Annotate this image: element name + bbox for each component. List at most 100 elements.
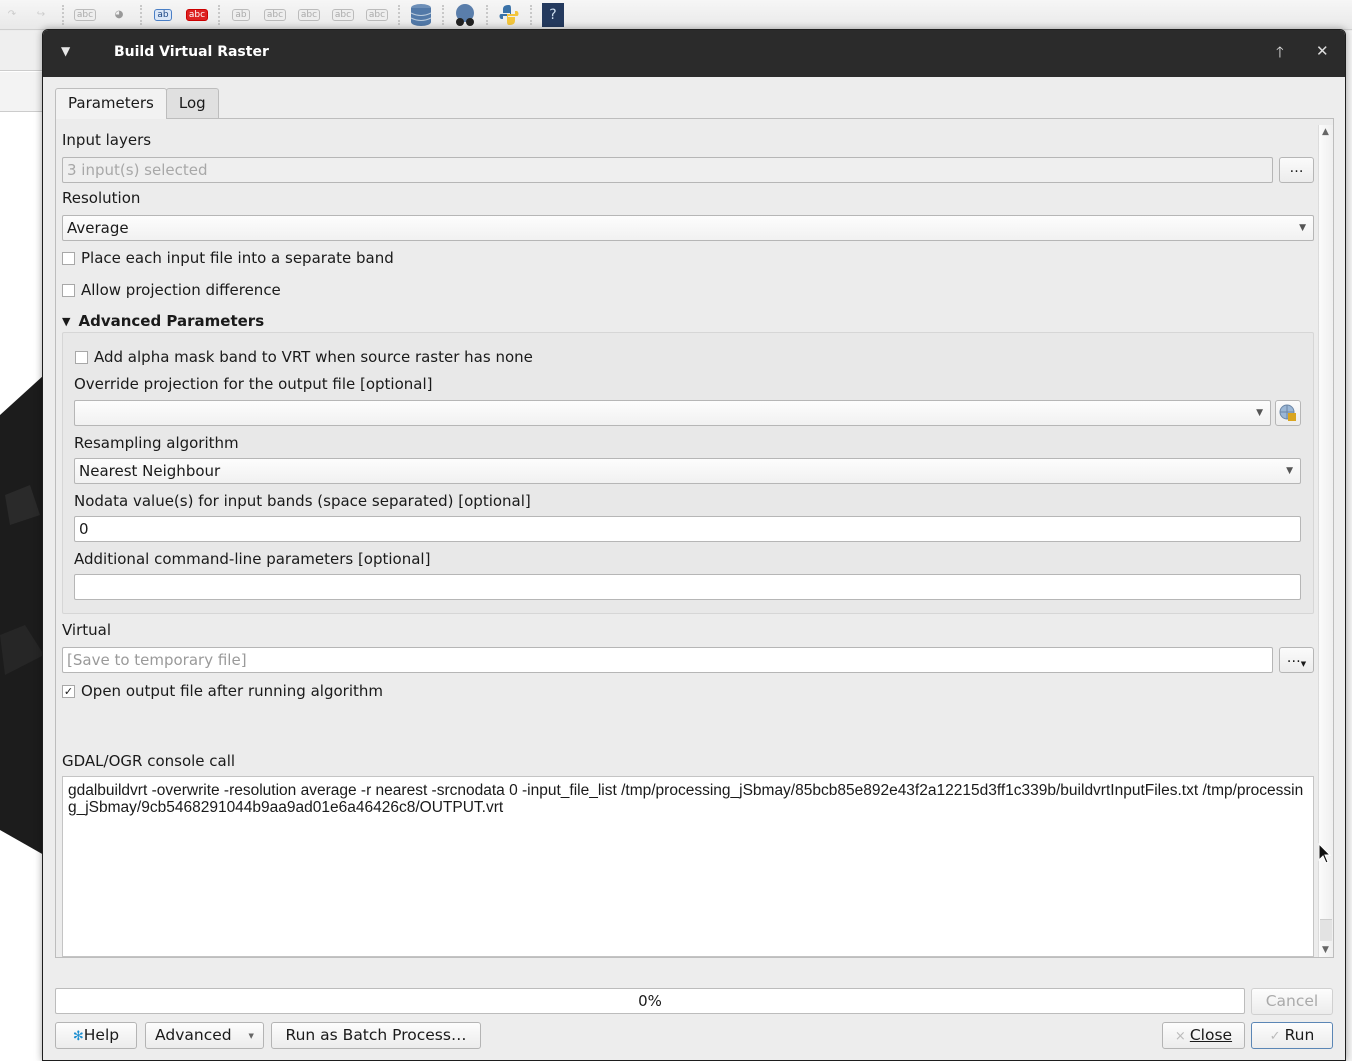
- resolution-value: Average: [67, 219, 129, 237]
- build-virtual-raster-dialog: ▼ Build Virtual Raster 🡑 ✕ Parameters Lo…: [42, 29, 1346, 1061]
- input-layers-browse-button[interactable]: …: [1279, 157, 1314, 183]
- crs-globe-icon: [1279, 404, 1296, 421]
- run-batch-button[interactable]: Run as Batch Process…: [271, 1022, 481, 1049]
- resampling-value: Nearest Neighbour: [79, 462, 221, 480]
- window-menu-icon[interactable]: ▼: [61, 44, 70, 58]
- allow-projection-label: Allow projection difference: [81, 281, 281, 299]
- close-button[interactable]: × Close: [1162, 1022, 1245, 1049]
- raster-layer-preview: [0, 375, 44, 855]
- chevron-down-icon: ▼: [248, 1032, 254, 1040]
- alpha-mask-checkbox[interactable]: Add alpha mask band to VRT when source r…: [75, 348, 533, 366]
- toolbar-separator: [218, 4, 220, 25]
- background-panel-header: [0, 31, 44, 71]
- browse-label: …: [1286, 650, 1301, 666]
- checkbox-box[interactable]: [75, 350, 88, 364]
- highlight-label-icon[interactable]: abc: [185, 4, 209, 26]
- scrollbar-thumb[interactable]: [1320, 919, 1332, 941]
- help-icon[interactable]: ?: [541, 2, 565, 27]
- resampling-label: Resampling algorithm: [74, 434, 239, 452]
- background-right-panel: [1345, 31, 1352, 1061]
- allow-projection-checkbox[interactable]: Allow projection difference: [62, 281, 281, 299]
- progress-bar: 0%: [55, 988, 1245, 1014]
- select-crs-button[interactable]: [1275, 400, 1301, 426]
- pin-label-disabled-icon[interactable]: ab: [229, 4, 253, 26]
- checkbox-box[interactable]: ✓: [62, 684, 75, 698]
- main-toolbar: ↷ ↪ abc ◕ ab abc ab abc abc abc abc ?: [0, 0, 1352, 30]
- close-icon: ×: [1174, 1029, 1186, 1044]
- help-label: Help: [83, 1026, 120, 1044]
- redo-icon[interactable]: ↷: [5, 4, 19, 26]
- chevron-down-icon: ▼: [1299, 223, 1306, 233]
- chevron-down-icon: ▼: [1286, 466, 1293, 476]
- nodata-label: Nodata value(s) for input bands (space s…: [74, 492, 531, 510]
- virtual-label: Virtual: [62, 621, 112, 639]
- label-tool-icon[interactable]: abc: [73, 4, 97, 26]
- help-icon: ✻: [72, 1029, 84, 1044]
- separate-band-checkbox[interactable]: Place each input file into a separate ba…: [62, 249, 394, 267]
- redo-icon[interactable]: ↪: [29, 4, 53, 26]
- move-label-icon[interactable]: abc: [297, 4, 321, 26]
- resolution-select[interactable]: Average ▼: [62, 215, 1314, 241]
- pin-label-icon[interactable]: ab: [151, 4, 175, 26]
- scroll-up-icon[interactable]: ▲: [1322, 127, 1329, 137]
- run-button[interactable]: ✓ Run: [1251, 1022, 1333, 1049]
- dialog-titlebar: ▼ Build Virtual Raster 🡑 ✕: [43, 30, 1345, 77]
- toolbar-separator: [398, 4, 400, 25]
- help-button[interactable]: ✻Help: [55, 1022, 137, 1049]
- advanced-parameters-toggle[interactable]: ▼ Advanced Parameters: [62, 312, 264, 330]
- resolution-label: Resolution: [62, 189, 141, 207]
- open-output-label: Open output file after running algorithm: [81, 682, 383, 700]
- alpha-mask-label: Add alpha mask band to VRT when source r…: [94, 348, 533, 366]
- toolbar-separator: [442, 4, 444, 25]
- advanced-parameters-title: Advanced Parameters: [78, 312, 265, 330]
- toolbar-separator: [486, 4, 488, 25]
- resampling-select[interactable]: Nearest Neighbour ▼: [74, 458, 1301, 484]
- show-label-icon[interactable]: abc: [263, 4, 287, 26]
- input-layers-label: Input layers: [62, 131, 152, 149]
- toolbar-separator: [140, 4, 142, 25]
- tab-log[interactable]: Log: [165, 88, 219, 118]
- chevron-down-icon: ▼: [1256, 408, 1263, 418]
- vertical-scrollbar[interactable]: ▲ ▼: [1318, 125, 1333, 957]
- tab-bar: Parameters Log: [55, 88, 219, 119]
- advanced-label: Advanced: [155, 1026, 232, 1044]
- close-window-icon[interactable]: ✕: [1316, 42, 1329, 60]
- diagram-tool-icon[interactable]: ◕: [107, 4, 131, 26]
- extra-params-label: Additional command-line parameters [opti…: [74, 550, 431, 568]
- console-call-label: GDAL/OGR console call: [62, 752, 236, 770]
- virtual-output-browse-button[interactable]: …▼: [1279, 647, 1314, 673]
- extra-params-input[interactable]: [74, 574, 1301, 600]
- edit-label-icon[interactable]: abc: [365, 4, 389, 26]
- separate-band-label: Place each input file into a separate ba…: [81, 249, 394, 267]
- run-label: Run: [1284, 1026, 1315, 1044]
- toolbar-separator: [530, 4, 532, 25]
- virtual-output-input[interactable]: [Save to temporary file]: [62, 647, 1273, 673]
- advanced-parameters-group: Add alpha mask band to VRT when source r…: [62, 332, 1314, 614]
- shade-icon[interactable]: 🡑: [1276, 42, 1284, 67]
- advanced-button[interactable]: Advanced ▼: [145, 1022, 264, 1049]
- console-call-text[interactable]: gdalbuildvrt -overwrite -resolution aver…: [62, 776, 1314, 957]
- checkbox-box[interactable]: [62, 251, 75, 265]
- run-check-icon: ✓: [1269, 1029, 1281, 1044]
- database-icon[interactable]: [409, 3, 433, 26]
- input-layers-field[interactable]: 3 input(s) selected: [62, 157, 1273, 183]
- cancel-button[interactable]: Cancel: [1251, 988, 1333, 1015]
- metasearch-icon[interactable]: [453, 3, 477, 26]
- toolbar-separator: [62, 4, 64, 25]
- dialog-title: Build Virtual Raster: [114, 44, 269, 60]
- open-output-checkbox[interactable]: ✓ Open output file after running algorit…: [62, 682, 383, 700]
- scroll-down-icon[interactable]: ▼: [1322, 945, 1329, 955]
- parameters-panel: Input layers 3 input(s) selected … Resol…: [55, 118, 1334, 958]
- parameters-scroll-area: Input layers 3 input(s) selected … Resol…: [56, 125, 1320, 957]
- background-panel-toolbar: [0, 72, 44, 112]
- override-projection-select[interactable]: ▼: [74, 400, 1271, 426]
- nodata-input[interactable]: 0: [74, 516, 1301, 542]
- close-label: Close: [1189, 1026, 1233, 1044]
- tab-parameters[interactable]: Parameters: [55, 88, 167, 119]
- chevron-down-icon: ▼: [1300, 660, 1307, 668]
- python-console-icon[interactable]: [497, 4, 521, 26]
- rotate-label-icon[interactable]: abc: [331, 4, 355, 26]
- collapse-triangle-icon: ▼: [62, 314, 71, 328]
- checkbox-box[interactable]: [62, 283, 75, 297]
- override-projection-label: Override projection for the output file …: [74, 375, 433, 393]
